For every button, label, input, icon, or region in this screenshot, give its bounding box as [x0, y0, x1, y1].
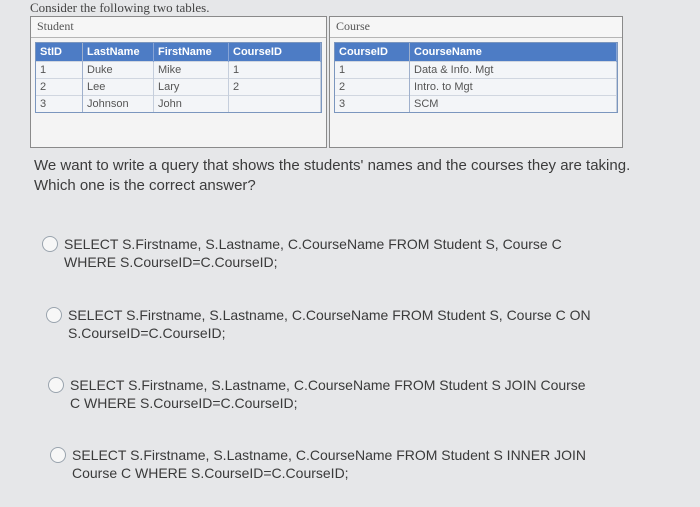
- column-header: StID: [36, 43, 83, 62]
- student-grid: StID LastName FirstName CourseID 1 Duke …: [35, 42, 322, 113]
- answer-line: SELECT S.Firstname, S.Lastname, C.Course…: [64, 236, 562, 252]
- table-row: 2 Lee Lary 2: [36, 78, 321, 96]
- answer-option-3[interactable]: SELECT S.Firstname, S.Lastname, C.Course…: [48, 376, 670, 412]
- table-cell: Lee: [82, 78, 154, 96]
- intro-text: Consider the following two tables.: [30, 0, 210, 15]
- table-cell: John: [153, 95, 229, 112]
- table-cell: Lary: [153, 78, 229, 96]
- table-cell: 2: [228, 78, 321, 96]
- student-header-row: StID LastName FirstName CourseID: [36, 43, 321, 62]
- table-row: 1 Duke Mike 1: [36, 61, 321, 79]
- table-cell: 3: [36, 95, 83, 112]
- column-header: LastName: [82, 43, 154, 62]
- answer-option-text: SELECT S.Firstname, S.Lastname, C.Course…: [70, 376, 670, 412]
- column-header: FirstName: [153, 43, 229, 62]
- table-row: 2 Intro. to Mgt: [335, 78, 617, 96]
- answer-line: SELECT S.Firstname, S.Lastname, C.Course…: [70, 377, 586, 393]
- answer-option-text: SELECT S.Firstname, S.Lastname, C.Course…: [72, 446, 672, 482]
- table-cell: [228, 95, 321, 112]
- table-cell: Duke: [82, 61, 154, 79]
- answer-option-2[interactable]: SELECT S.Firstname, S.Lastname, C.Course…: [46, 306, 668, 342]
- radio-button[interactable]: [50, 447, 66, 463]
- answer-line: SELECT S.Firstname, S.Lastname, C.Course…: [68, 307, 591, 323]
- table-row: 1 Data & Info. Mgt: [335, 61, 617, 79]
- answer-line: S.CourseID=C.CourseID;: [68, 325, 226, 341]
- course-table-panel: Course CourseID CourseName 1 Data & Info…: [329, 16, 623, 148]
- course-table: CourseID CourseName 1 Data & Info. Mgt 2…: [335, 43, 617, 112]
- student-table-panel: Student StID LastName FirstName CourseID…: [30, 16, 327, 148]
- table-cell: 1: [335, 61, 410, 79]
- column-header: CourseName: [409, 43, 617, 62]
- table-cell: 1: [228, 61, 321, 79]
- answer-option-text: SELECT S.Firstname, S.Lastname, C.Course…: [64, 235, 664, 271]
- course-header-row: CourseID CourseName: [335, 43, 617, 62]
- table-cell: 3: [335, 95, 410, 112]
- column-header: CourseID: [335, 43, 410, 62]
- table-cell: Johnson: [82, 95, 154, 112]
- table-row: 3 SCM: [335, 95, 617, 112]
- column-header: CourseID: [228, 43, 321, 62]
- table-cell: Intro. to Mgt: [409, 78, 617, 96]
- answer-line: Course C WHERE S.CourseID=C.CourseID;: [72, 465, 349, 481]
- answer-option-1[interactable]: SELECT S.Firstname, S.Lastname, C.Course…: [42, 235, 664, 271]
- table-cell: 1: [36, 61, 83, 79]
- table-cell: SCM: [409, 95, 617, 112]
- course-grid: CourseID CourseName 1 Data & Info. Mgt 2…: [334, 42, 618, 113]
- radio-button[interactable]: [48, 377, 64, 393]
- table-cell: Mike: [153, 61, 229, 79]
- answer-option-text: SELECT S.Firstname, S.Lastname, C.Course…: [68, 306, 668, 342]
- answer-line: SELECT S.Firstname, S.Lastname, C.Course…: [72, 447, 587, 463]
- table-cell: Data & Info. Mgt: [409, 61, 617, 79]
- question-text: We want to write a query that shows the …: [34, 157, 631, 194]
- answer-option-4[interactable]: SELECT S.Firstname, S.Lastname, C.Course…: [50, 446, 672, 482]
- answer-line: WHERE S.CourseID=C.CourseID;: [64, 254, 278, 270]
- table-cell: 2: [335, 78, 410, 96]
- student-table-label: Student: [31, 17, 326, 38]
- answer-line: C WHERE S.CourseID=C.CourseID;: [70, 395, 298, 411]
- radio-button[interactable]: [42, 236, 58, 252]
- course-table-label: Course: [330, 17, 622, 38]
- radio-button[interactable]: [46, 307, 62, 323]
- student-table: StID LastName FirstName CourseID 1 Duke …: [36, 43, 321, 112]
- table-row: 3 Johnson John: [36, 95, 321, 112]
- table-cell: 2: [36, 78, 83, 96]
